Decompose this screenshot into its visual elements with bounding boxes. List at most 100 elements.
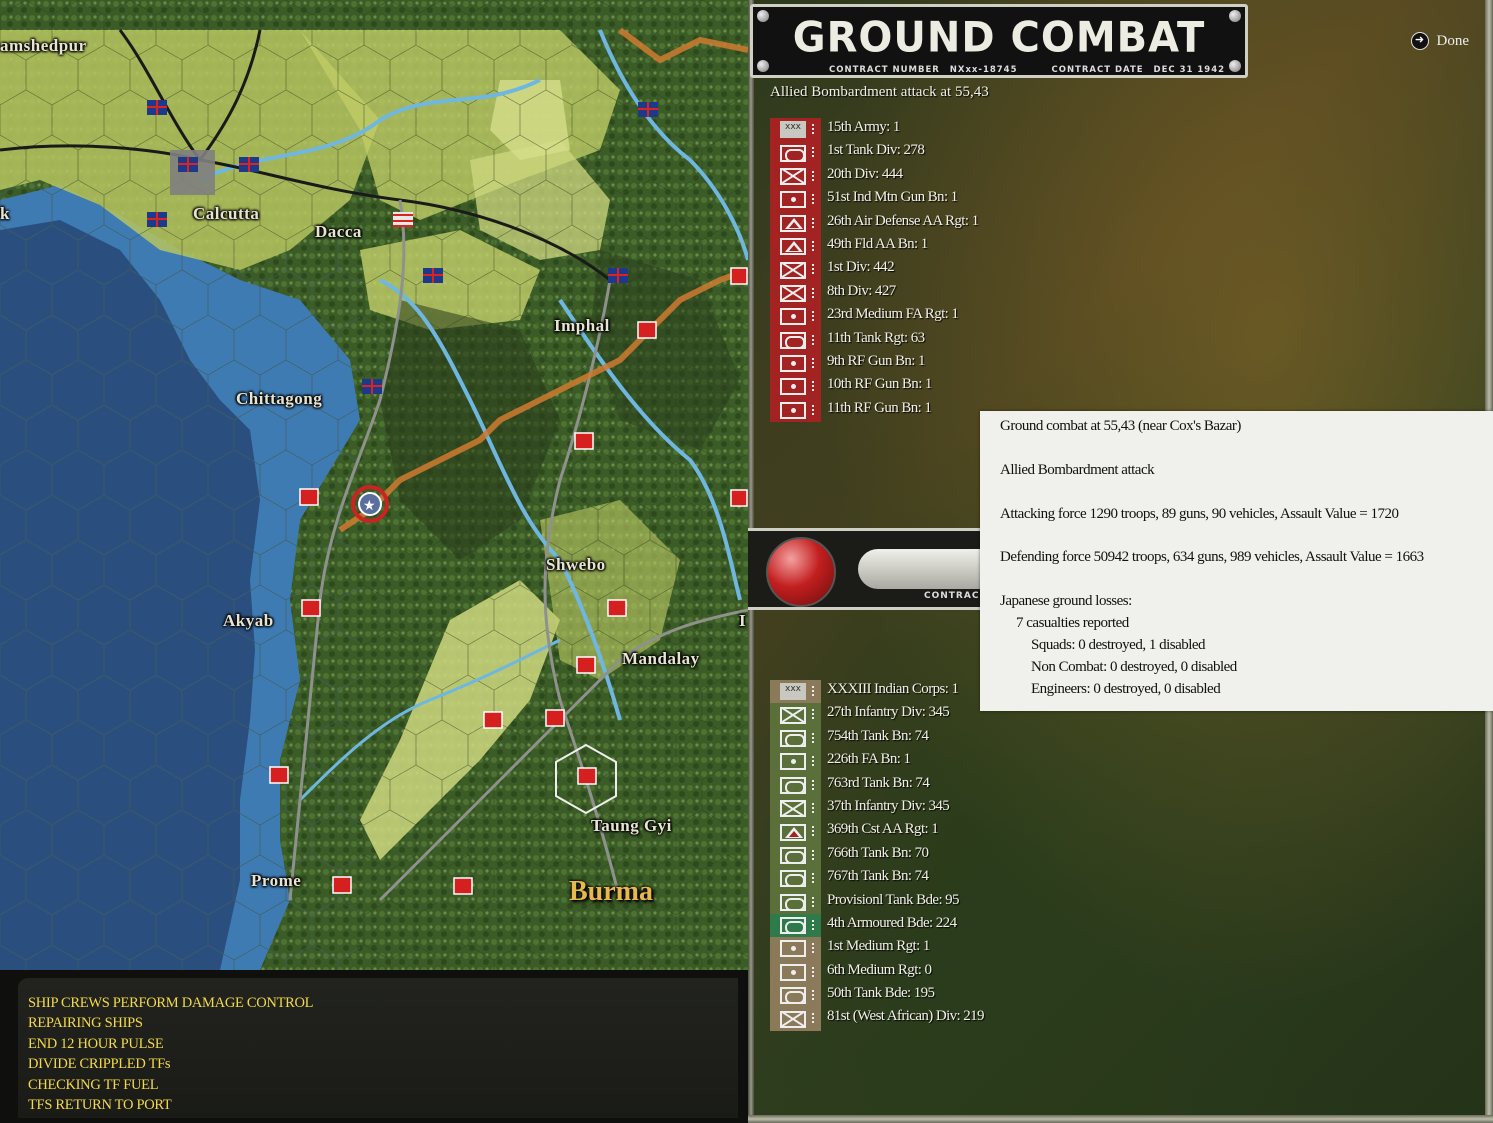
- unit-label: 27th Infantry Div: 345: [827, 704, 950, 721]
- unit-row[interactable]: 49th Fld AA Bn: 1: [770, 234, 1090, 259]
- unit-label: 6th Medium Rgt: 0: [827, 961, 932, 978]
- unit-row[interactable]: 6th Medium Rgt: 0: [770, 960, 1090, 985]
- unit-label: 15th Army: 1: [827, 119, 900, 135]
- unit-size-icon: [812, 147, 817, 158]
- unit-row[interactable]: 767th Tank Bn: 74: [770, 867, 1090, 891]
- unit-row[interactable]: 1st Div: 442: [770, 258, 1090, 282]
- unit-size-icon: [812, 802, 817, 813]
- unit-row[interactable]: 4th Armoured Bde: 224: [770, 913, 1090, 938]
- unit-label: 11th RF Gun Bn: 1: [827, 399, 932, 416]
- unit-row[interactable]: 20th Div: 444: [770, 164, 1090, 189]
- unit-arm-icon: [780, 144, 806, 162]
- ground-combat-banner: GROUND COMBAT CONTRACT NUMBER NXxx-18745…: [750, 4, 1248, 78]
- unit-size-icon: [812, 287, 817, 298]
- unit-size-icon: [812, 404, 817, 415]
- done-button[interactable]: ➜ Done: [1410, 32, 1470, 50]
- done-label: Done: [1436, 32, 1470, 49]
- unit-label: 1st Medium Rgt: 1: [827, 938, 930, 955]
- unit-row[interactable]: 26th Air Defense AA Rgt: 1: [770, 211, 1090, 235]
- unit-size-icon: [812, 170, 817, 181]
- unit-row[interactable]: 81st (West African) Div: 219: [770, 1007, 1090, 1031]
- unit-label: 49th Fld AA Bn: 1: [827, 235, 928, 252]
- unit-row[interactable]: 226th FA Bn: 1: [770, 750, 1090, 774]
- unit-row[interactable]: 51st Ind Mtn Gun Bn: 1: [770, 188, 1090, 212]
- report-non-combat: Non Combat: 0 destroyed, 0 disabled: [1031, 659, 1237, 675]
- unit-row[interactable]: 8th Div: 427: [770, 281, 1090, 306]
- unit-label: 1st Div: 442: [827, 259, 895, 276]
- unit-label: 763rd Tank Bn: 74: [827, 774, 930, 791]
- combat-report: Ground combat at 55,43 (near Cox's Bazar…: [980, 411, 1493, 711]
- report-casualties: 7 casualties reported: [1016, 615, 1129, 631]
- unit-arm-icon: [780, 987, 806, 1005]
- contract-date: DEC 31 1942: [1153, 65, 1226, 75]
- unit-row[interactable]: 369th Cst AA Rgt: 1: [770, 820, 1090, 844]
- red-light-icon: [766, 537, 836, 607]
- svg-text:★: ★: [363, 498, 376, 514]
- unit-inf-icon: [780, 261, 806, 279]
- unit-size-icon: [812, 826, 817, 837]
- unit-size-icon: [812, 990, 817, 1001]
- log-line: REPAIRING SHIPS: [28, 1015, 143, 1031]
- hex-map[interactable]: ★ amshedpur Calcutta Dacca Imphal Chitta…: [0, 0, 748, 970]
- unit-label: 766th Tank Bn: 70: [827, 844, 929, 861]
- unit-size-icon: [812, 756, 817, 767]
- unit-row[interactable]: 23rd Medium FA Rgt: 1: [770, 305, 1090, 329]
- combat-indicator: CONTRAC: [748, 528, 1018, 610]
- region-burma: Burma: [569, 876, 653, 907]
- log-line: CHECKING TF FUEL: [28, 1077, 159, 1093]
- unit-row[interactable]: 763rd Tank Bn: 74: [770, 773, 1090, 797]
- unit-art-icon: [780, 378, 806, 396]
- city-prome: Prome: [251, 871, 302, 890]
- unit-label: 20th Div: 444: [827, 165, 903, 182]
- contract-date-label: CONTRACT DATE: [1051, 65, 1144, 75]
- unit-inf-icon: [780, 800, 806, 818]
- unit-size-icon: [812, 381, 817, 392]
- unit-arm-icon: [780, 776, 806, 794]
- panel-frame-bottom: [748, 1115, 1493, 1123]
- unit-row[interactable]: 754th Tank Bn: 74: [770, 726, 1090, 751]
- city-dacca: Dacca: [315, 222, 362, 241]
- unit-row[interactable]: 37th Infantry Div: 345: [770, 796, 1090, 821]
- unit-arm-icon: [780, 729, 806, 747]
- log-line: DIVIDE CRIPPLED TFs: [28, 1056, 171, 1072]
- city-akyab: Akyab: [223, 611, 274, 630]
- unit-row[interactable]: 1st Medium Rgt: 1: [770, 937, 1090, 961]
- unit-label: 26th Air Defense AA Rgt: 1: [827, 212, 979, 229]
- unit-row[interactable]: 15th Army: 1: [770, 118, 1090, 142]
- contract-number: NXxx-18745: [949, 65, 1018, 75]
- unit-label: 767th Tank Bn: 74: [827, 868, 929, 885]
- unit-row[interactable]: 10th RF Gun Bn: 1: [770, 375, 1090, 399]
- unit-label: 226th FA Bn: 1: [827, 751, 911, 768]
- city-shwebo: Shwebo: [546, 555, 606, 574]
- log-line: TFS RETURN TO PORT: [28, 1097, 172, 1113]
- unit-row[interactable]: 1st Tank Div: 278: [770, 141, 1090, 165]
- unit-row[interactable]: 50th Tank Bde: 195: [770, 984, 1090, 1008]
- unit-size-icon: [812, 849, 817, 860]
- unit-arm-icon: [780, 893, 806, 911]
- ground-combat-panel: GROUND COMBAT CONTRACT NUMBER NXxx-18745…: [748, 0, 1493, 1123]
- unit-aa-icon: [780, 214, 806, 232]
- unit-label: XXXIII Indian Corps: 1: [827, 681, 959, 697]
- unit-size-icon: [812, 357, 817, 368]
- map-edge-letter-left: k: [0, 204, 10, 223]
- unit-label: 11th Tank Rgt: 63: [827, 329, 925, 346]
- attacker-unit-list: 15th Army: 1 1st Tank Div: 278 20th Div: 4…: [770, 118, 1090, 423]
- unit-row[interactable]: Provisionl Tank Bde: 95: [770, 890, 1090, 914]
- contract-fragment: CONTRAC: [924, 591, 980, 601]
- unit-inf-icon: [780, 706, 806, 724]
- panel-title: GROUND COMBAT: [792, 13, 1206, 63]
- unit-art-icon: [780, 308, 806, 326]
- attack-title: Allied Bombardment attack at 55,43: [770, 84, 989, 100]
- unit-label: 9th RF Gun Bn: 1: [827, 352, 926, 369]
- message-log-box: SHIP CREWS PERFORM DAMAGE CONTROL REPAIR…: [18, 978, 738, 1118]
- unit-size-icon: [812, 311, 817, 322]
- unit-row[interactable]: 9th RF Gun Bn: 1: [770, 351, 1090, 376]
- unit-hq-icon: [780, 683, 806, 701]
- unit-size-icon: [812, 873, 817, 884]
- message-log: SHIP CREWS PERFORM DAMAGE CONTROL REPAIR…: [0, 970, 748, 1123]
- unit-row[interactable]: 766th Tank Bn: 70: [770, 843, 1090, 868]
- report-engineers: Engineers: 0 destroyed, 0 disabled: [1031, 681, 1221, 697]
- unit-label: 754th Tank Bn: 74: [827, 727, 929, 744]
- unit-size-icon: [812, 334, 817, 345]
- unit-row[interactable]: 11th Tank Rgt: 63: [770, 328, 1090, 352]
